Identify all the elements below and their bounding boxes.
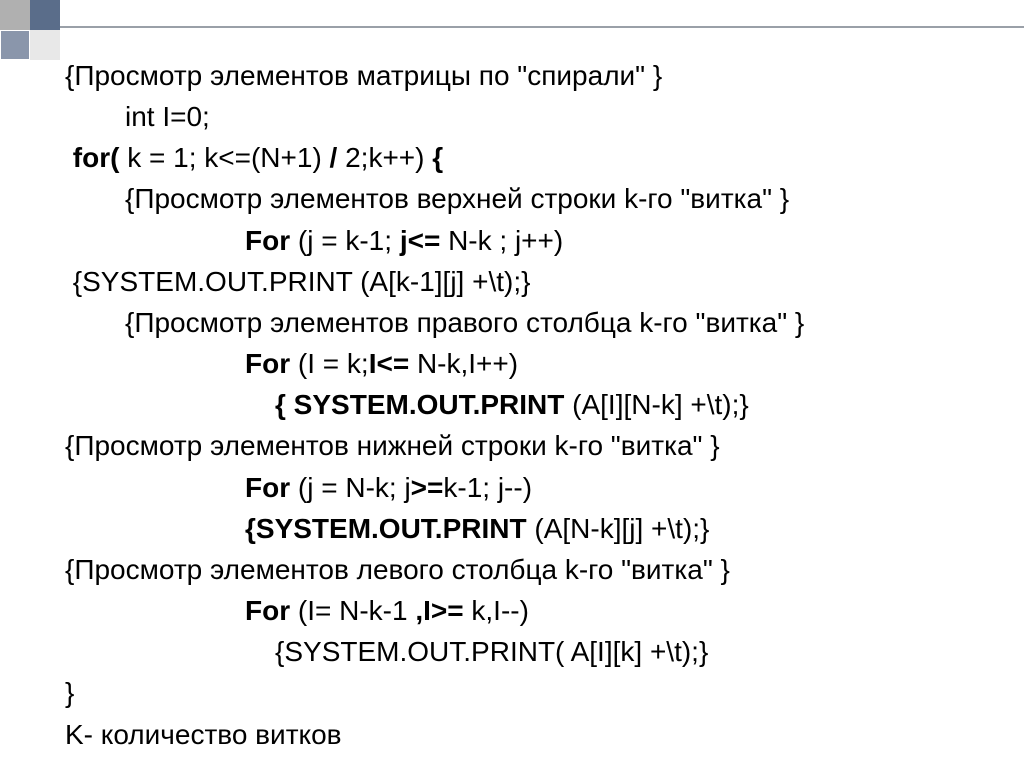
code-line: For (j = k-1; j<= N-k ; j++) — [65, 220, 984, 261]
op-lte: j<= — [400, 225, 440, 256]
code-line: {SYSTEM.OUT.PRINT (A[N-k][j] +\t);} — [65, 508, 984, 549]
code-line: } — [65, 672, 984, 713]
top-border-line — [60, 26, 1024, 28]
kw-for: For — [245, 472, 290, 503]
corner-decoration — [0, 0, 90, 60]
op-gte: >= — [411, 472, 444, 503]
code-text: (j = k-1; — [290, 225, 400, 256]
code-text: N-k,I++) — [409, 348, 518, 379]
code-text: k,I--) — [464, 595, 529, 626]
code-line: int І=0; — [65, 96, 984, 137]
deco-square — [30, 0, 60, 30]
op-gte: ,I>= — [415, 595, 463, 626]
code-text: (A[I][N-k] +\t);} — [564, 389, 748, 420]
code-text: (j = N-k; j — [290, 472, 411, 503]
code-text: (N+1) — [251, 142, 330, 173]
code-line: {SYSTEM.OUT.PRINT( A[I][k] +\t);} — [65, 631, 984, 672]
code-line: { SYSTEM.OUT.PRINT (A[I][N-k] +\t);} — [65, 384, 984, 425]
code-text: (A[N-k][j] +\t);} — [527, 513, 710, 544]
kw-for: for( — [65, 142, 119, 173]
deco-square — [0, 0, 30, 30]
code-line: {Просмотр элементов матрицы по "спирали"… — [65, 55, 984, 96]
code-text: k-1; j--) — [443, 472, 532, 503]
code-line: {Просмотр элементов верхней строки k-го … — [65, 178, 984, 219]
brace-open: { — [275, 389, 286, 420]
slide-content: {Просмотр элементов матрицы по "спирали"… — [65, 55, 984, 755]
code-line: For (I= N-k-1 ,I>= k,I--) — [65, 590, 984, 631]
kw-for: For — [245, 225, 290, 256]
op-lte: I<= — [369, 348, 409, 379]
code-line: K- количество витков — [65, 714, 984, 755]
kw-for: For — [245, 348, 290, 379]
deco-square — [0, 30, 30, 60]
code-line: {Просмотр элементов правого столбца k-го… — [65, 302, 984, 343]
code-line: for( k = 1; k<=(N+1) / 2;k++) { — [65, 137, 984, 178]
code-line: {Просмотр элементов нижней строки k-го "… — [65, 425, 984, 466]
sysout-call: SYSTEM.OUT.PRINT — [286, 389, 564, 420]
brace-open: { — [432, 142, 443, 173]
code-line: {Просмотр элементов левого столбца k-го … — [65, 549, 984, 590]
code-text: 2;k++) — [337, 142, 432, 173]
code-line: {SYSTEM.OUT.PRINT (A[k-1][j] +\t);} — [65, 261, 984, 302]
code-line: For (I = k;I<= N-k,I++) — [65, 343, 984, 384]
code-text: (I = k; — [290, 348, 369, 379]
code-text: k = 1; k<= — [119, 142, 251, 173]
code-text: (I= N-k-1 — [290, 595, 415, 626]
deco-square — [30, 30, 60, 60]
kw-for: For — [245, 595, 290, 626]
sysout-call: {SYSTEM.OUT.PRINT — [245, 513, 527, 544]
code-text: N-k ; j++) — [440, 225, 563, 256]
code-line: For (j = N-k; j>=k-1; j--) — [65, 467, 984, 508]
